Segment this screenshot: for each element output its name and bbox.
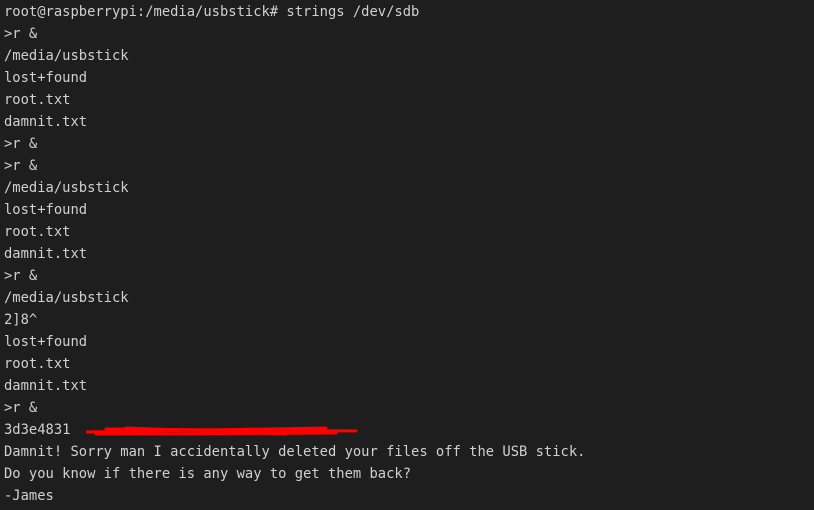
output-line: -James (4, 488, 54, 504)
output-line: /media/usbstick (4, 48, 129, 64)
output-line: damnit.txt (4, 114, 88, 130)
output-line: >r & (4, 158, 38, 174)
output-line: lost+found (4, 334, 88, 350)
output-line: >r & (4, 268, 38, 284)
output-line: root.txt (4, 224, 71, 240)
terminal-output[interactable]: root@raspberrypi:/media/usbstick# string… (4, 1, 585, 507)
output-line: /media/usbstick (4, 180, 129, 196)
redaction-scribble (86, 426, 358, 436)
redaction-stroke (94, 431, 338, 436)
output-line: 2]8^ (4, 312, 38, 328)
output-line: >r & (4, 26, 38, 42)
output-line: Do you know if there is any way to get t… (4, 466, 412, 482)
output-line: damnit.txt (4, 378, 88, 394)
output-line: lost+found (4, 70, 88, 86)
output-line: Damnit! Sorry man I accidentally deleted… (4, 444, 586, 460)
output-line: 3d3e4831 (4, 419, 585, 441)
output-line: damnit.txt (4, 246, 88, 262)
output-line: >r & (4, 400, 38, 416)
output-line: root.txt (4, 356, 71, 372)
output-line: >r & (4, 136, 38, 152)
command-line: root@raspberrypi:/media/usbstick# string… (4, 4, 420, 20)
output-line: root.txt (4, 92, 71, 108)
output-line: lost+found (4, 202, 88, 218)
output-line: /media/usbstick (4, 290, 129, 306)
